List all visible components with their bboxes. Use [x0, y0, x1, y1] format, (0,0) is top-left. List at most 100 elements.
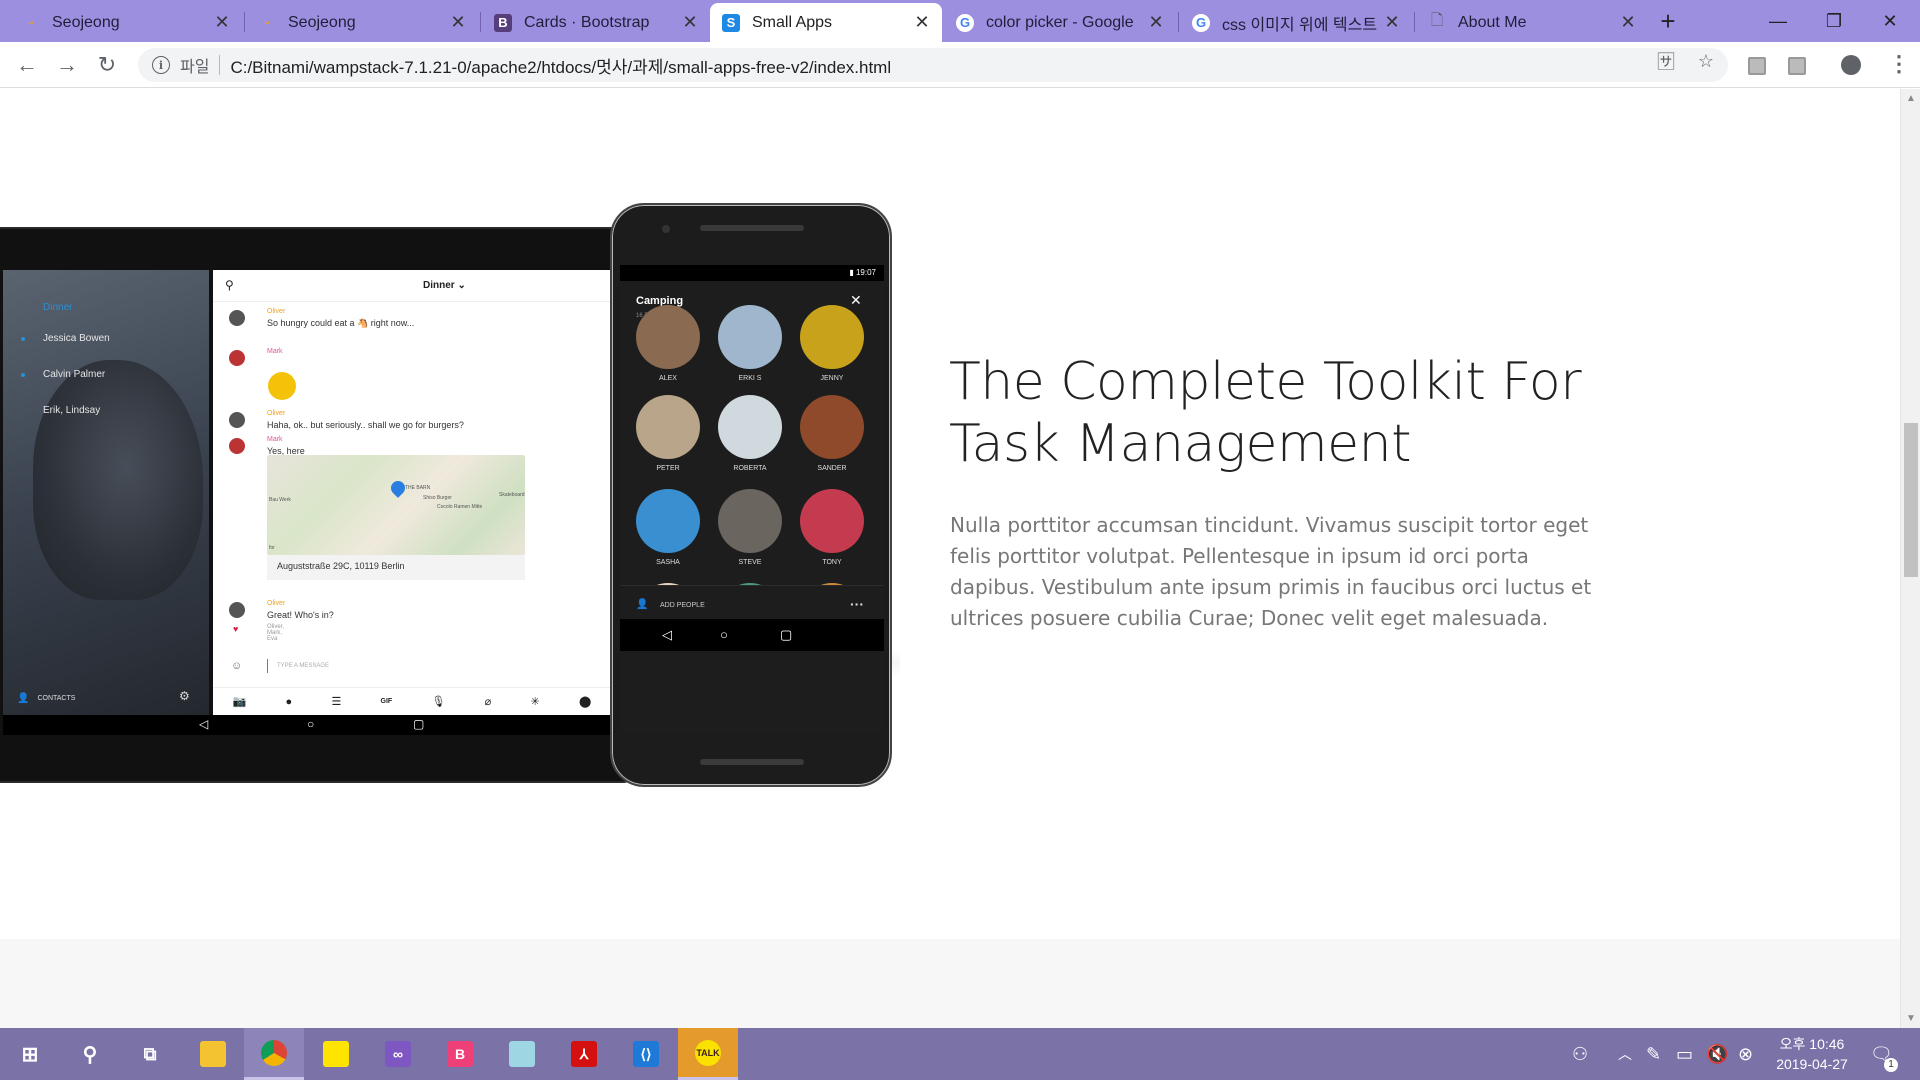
chevron-up-icon[interactable]: ︿ [1618, 1044, 1632, 1064]
window-close-icon[interactable]: ✕ [1862, 0, 1918, 42]
taskbar-app[interactable]: ⅄ [554, 1028, 614, 1080]
clock-time: 오후 10:46 [1779, 1036, 1845, 1052]
scroll-down-arrow-icon[interactable]: ▼ [1906, 1013, 1916, 1024]
close-icon[interactable]: ✕ [1618, 12, 1638, 33]
tab-title: Seojeong [52, 13, 120, 31]
scroll-up-arrow-icon[interactable]: ▲ [1906, 93, 1916, 104]
google-g-icon: G [1192, 13, 1210, 32]
heart-icon: ♥ [233, 624, 239, 634]
visual-studio-icon: ∞ [385, 1041, 411, 1067]
nav-home-icon: ○ [720, 627, 728, 642]
person-name: ERKI S [738, 375, 762, 382]
avatar [229, 412, 245, 428]
menu-kebab-icon[interactable]: ⋮ [1888, 51, 1910, 77]
tab-strip: ᵕ Seojeong ✕ ᵕ Seojeong ✕ B Cards · Boot… [0, 0, 1920, 42]
address-bar[interactable]: i 파일 C:/Bitnami/wampstack-7.1.21-0/apach… [138, 48, 1728, 82]
browser-toolbar: ← → ↻ i 파일 C:/Bitnami/wampstack-7.1.21-0… [0, 42, 1920, 88]
close-icon[interactable]: ✕ [1382, 12, 1402, 33]
tab-seojeong-2[interactable]: ᵕ Seojeong ✕ [246, 3, 478, 42]
sidebar-contact: Calvin Palmer [43, 369, 106, 380]
person-name: PETER [656, 465, 680, 472]
location-icon: ⬤ [578, 696, 592, 708]
info-icon[interactable]: i [152, 56, 170, 74]
extension-icon[interactable] [1788, 57, 1806, 75]
message-text: Haha, ok.. but seriously.. shall we go f… [267, 420, 464, 430]
close-icon[interactable]: ✕ [212, 12, 232, 33]
person-tile: ROBERTA [718, 395, 782, 472]
restore-icon[interactable]: ❐ [1806, 0, 1862, 42]
taskbar-app[interactable]: ∞ [368, 1028, 428, 1080]
search-icon: ⚲ [225, 278, 234, 292]
close-icon[interactable]: ✕ [448, 12, 468, 33]
avatar [636, 305, 700, 369]
start-button[interactable]: ⊞ [0, 1028, 60, 1080]
emoji-icon: ☺ [231, 660, 243, 672]
search-icon: ⚲ [82, 1043, 98, 1066]
translate-icon[interactable]: 🈂 [1654, 49, 1678, 73]
avatar [718, 305, 782, 369]
tab-title: Small Apps [752, 13, 833, 31]
map-label: for [269, 545, 275, 551]
taskbar-clock[interactable]: 오후 10:46 2019-04-27 [1762, 1034, 1862, 1074]
network-disconnected-icon[interactable]: ⊗ [1738, 1044, 1753, 1065]
tablet-sidebar: Dinner Jessica Bowen Calvin Palmer Erik,… [3, 270, 209, 735]
tab-css-image-text[interactable]: G css 이미지 위에 텍스트 ✕ [1180, 3, 1412, 42]
people-icon[interactable]: ⚇ [1572, 1044, 1588, 1065]
notification-count-badge: 1 [1884, 1058, 1898, 1072]
compose-placeholder: TYPE A MESSAGE [277, 663, 330, 669]
url-text[interactable]: C:/Bitnami/wampstack-7.1.21-0/apache2/ht… [230, 53, 891, 78]
taskbar-app[interactable] [183, 1028, 243, 1080]
person-name: JENNY [820, 375, 844, 382]
taskbar-search-button[interactable]: ⚲ [60, 1028, 120, 1080]
close-icon[interactable]: ✕ [912, 12, 932, 33]
tab-color-picker[interactable]: G color picker - Google ✕ [944, 3, 1176, 42]
new-tab-plus-icon[interactable]: + [1652, 6, 1684, 37]
minimize-icon[interactable]: — [1750, 0, 1806, 42]
taskbar-app[interactable]: TALK [678, 1028, 738, 1080]
battery-icon[interactable]: ▭ [1676, 1044, 1693, 1065]
volume-muted-icon[interactable]: 🔇 [1706, 1044, 1728, 1065]
forward-arrow-icon[interactable]: → [52, 50, 82, 80]
avatar [636, 489, 700, 553]
tab-seojeong-1[interactable]: ᵕ Seojeong ✕ [10, 3, 242, 42]
tab-bootstrap-cards[interactable]: B Cards · Bootstrap ✕ [482, 3, 710, 42]
mic-icon: 🎙 [431, 696, 446, 708]
person-name: SANDER [817, 465, 847, 472]
bookmark-star-icon[interactable]: ☆ [1694, 49, 1718, 73]
map-label: Cocolo Ramen Mitte [437, 504, 483, 510]
phone-screen: ▮ 19:07 Camping 16 PEOPLE ✕ ALEX ERKI S … [620, 265, 884, 733]
more-dots-icon: ··· [850, 596, 864, 612]
map-preview: THE BARN Shiso Burger Cocolo Ramen Mitte… [267, 455, 525, 555]
close-icon[interactable]: ✕ [680, 12, 700, 33]
taskbar-app[interactable] [244, 1028, 304, 1080]
nav-back-icon: ◁ [199, 717, 209, 731]
person-tile: SANDER [800, 395, 864, 472]
pen-icon[interactable]: ✎ [1646, 1044, 1661, 1065]
avatar [800, 305, 864, 369]
unread-dot [21, 337, 25, 341]
profile-avatar-icon[interactable] [1841, 55, 1861, 75]
url-separator [219, 55, 221, 75]
taskbar-app[interactable] [492, 1028, 552, 1080]
tablet-mockup: Dinner Jessica Bowen Calvin Palmer Erik,… [0, 227, 630, 783]
person-tile: PETER [636, 395, 700, 472]
scrollbar[interactable]: ▲ ▼ [1900, 89, 1920, 1028]
task-view-button[interactable]: ⧉ [120, 1028, 180, 1080]
taskbar-app[interactable]: ⟨⟩ [616, 1028, 676, 1080]
tab-about-me[interactable]: 🗋 About Me ✕ [1416, 3, 1648, 42]
back-arrow-icon[interactable]: ← [12, 50, 42, 80]
chat-toolbar: 📷 ● ☰ GIF 🎙 ⌀ ✳ ⬤ [213, 687, 611, 715]
avatar [718, 489, 782, 553]
scrollbar-thumb[interactable] [1904, 423, 1918, 577]
tab-small-apps[interactable]: S Small Apps ✕ [710, 3, 942, 42]
reload-icon[interactable]: ↻ [92, 50, 122, 80]
close-icon[interactable]: ✕ [1146, 12, 1166, 33]
extension-icon[interactable] [1748, 57, 1766, 75]
taskbar-app[interactable] [306, 1028, 366, 1080]
person-tile: ALEX [636, 305, 700, 382]
taskbar-app[interactable]: B [430, 1028, 490, 1080]
avatar [718, 395, 782, 459]
sidebar-contact: Erik, Lindsay [43, 405, 101, 416]
avatar [229, 438, 245, 454]
contacts-label: CONTACTS [37, 695, 76, 702]
